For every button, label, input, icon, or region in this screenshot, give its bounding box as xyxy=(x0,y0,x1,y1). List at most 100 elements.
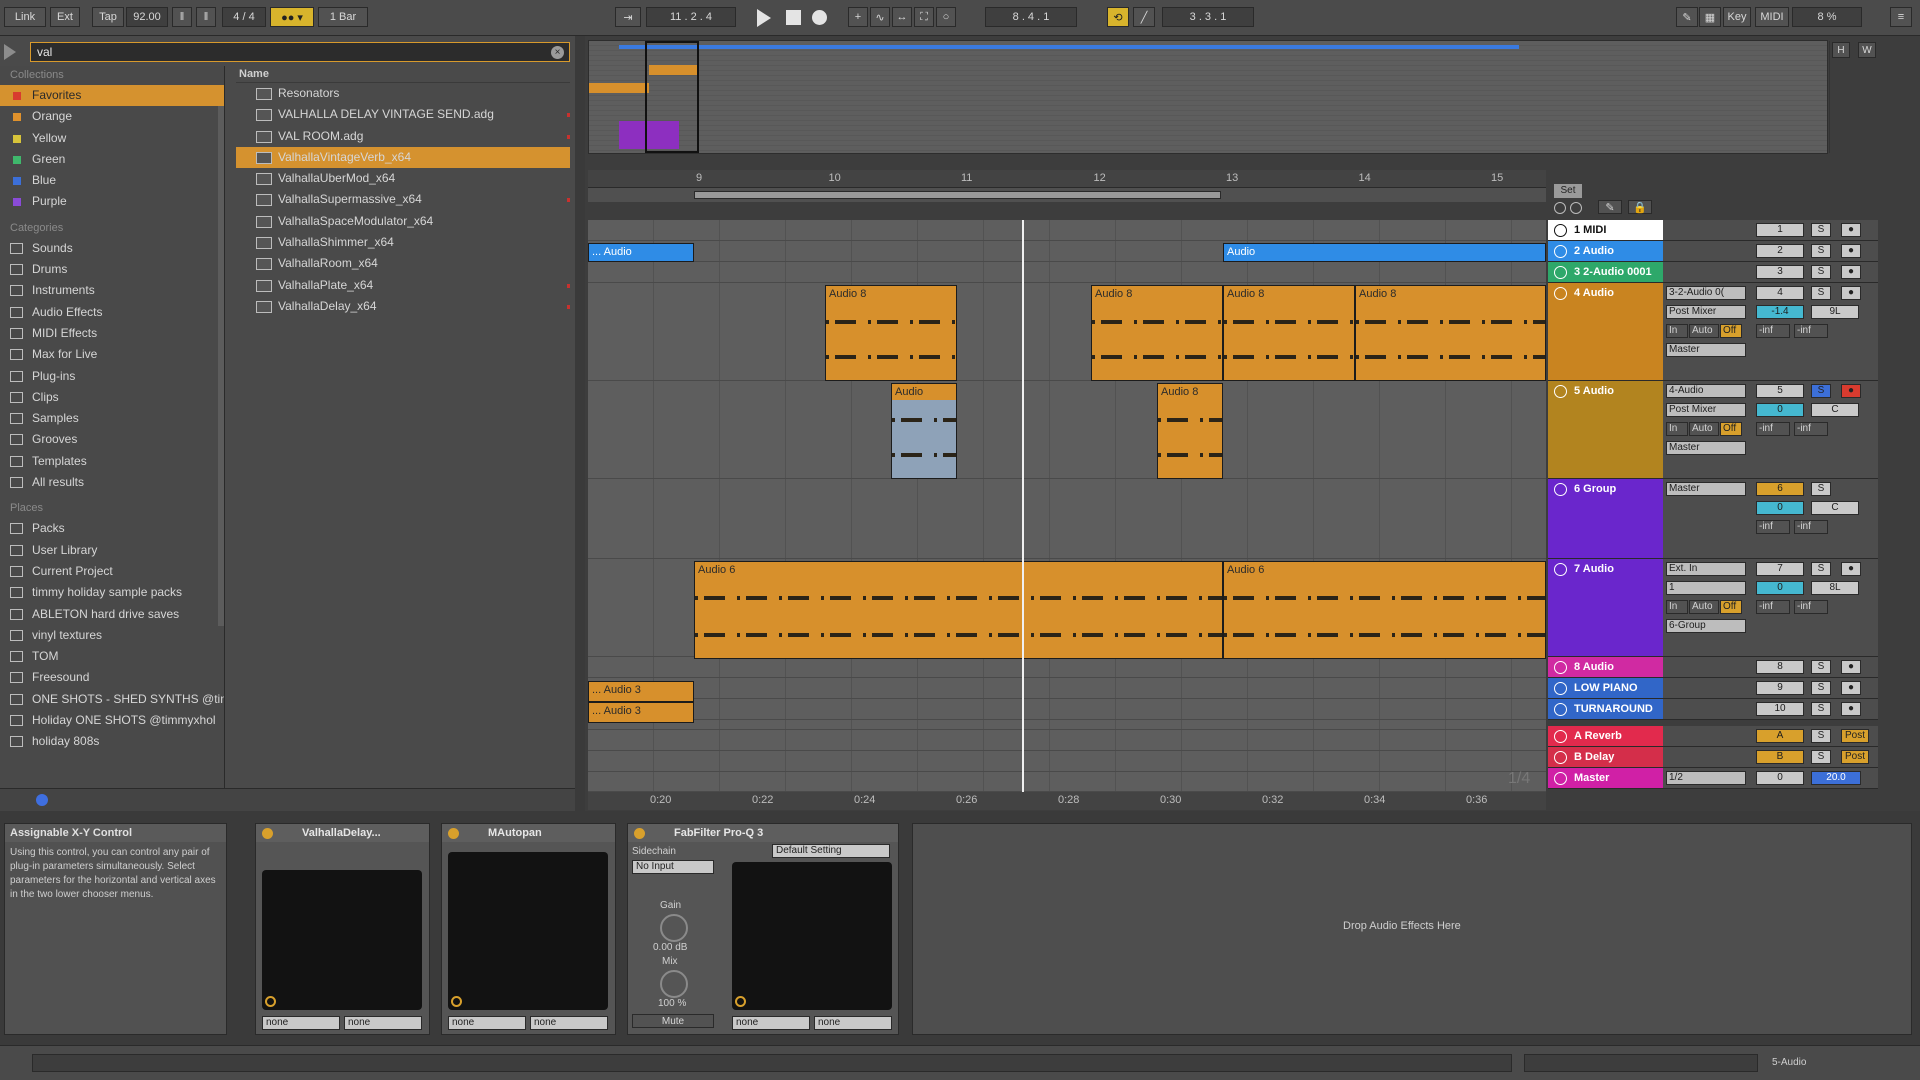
solo-button[interactable]: S xyxy=(1811,702,1831,716)
cue-out-select[interactable]: 1/2 xyxy=(1666,771,1746,785)
mix-knob[interactable] xyxy=(660,970,688,998)
post-button[interactable]: Post xyxy=(1841,729,1869,743)
collection-item[interactable]: Purple xyxy=(0,191,224,212)
device-on-icon[interactable] xyxy=(634,828,645,839)
track-activator[interactable]: 4 xyxy=(1756,286,1804,300)
gain-knob[interactable] xyxy=(660,914,688,942)
place-item[interactable]: Packs xyxy=(0,518,224,539)
device-title[interactable]: MAutopan xyxy=(442,824,615,842)
track-lane[interactable] xyxy=(588,381,1546,479)
track-activator[interactable]: 9 xyxy=(1756,681,1804,695)
clip[interactable]: ... Audio 3 xyxy=(588,702,694,723)
keyboard-icon[interactable]: ▦ xyxy=(1699,7,1721,27)
category-item[interactable]: Audio Effects xyxy=(0,302,224,323)
monitor-off-button[interactable]: Off xyxy=(1720,324,1742,338)
category-item[interactable]: Sounds xyxy=(0,238,224,259)
capture-icon[interactable]: ⛶ xyxy=(914,7,934,27)
send-b-value[interactable]: -inf xyxy=(1794,324,1828,338)
file-item[interactable]: ValhallaSpaceModulator_x64 xyxy=(236,211,570,232)
output-select[interactable]: Master xyxy=(1666,441,1746,455)
clip[interactable]: ... Audio xyxy=(588,243,694,262)
clip[interactable]: Audio 6 xyxy=(1223,561,1546,659)
xy-handle[interactable] xyxy=(265,996,276,1007)
track-lane[interactable] xyxy=(588,730,1546,751)
master-volume[interactable]: 20.0 xyxy=(1811,771,1861,785)
clip[interactable]: Audio xyxy=(891,383,957,479)
file-item[interactable]: ValhallaUberMod_x64 xyxy=(236,168,570,189)
track-lane[interactable] xyxy=(588,479,1546,559)
clip-launch-icon[interactable] xyxy=(1554,266,1567,279)
solo-button[interactable]: S xyxy=(1811,660,1831,674)
loop-length-field[interactable]: 3 . 3 . 1 xyxy=(1162,7,1254,27)
xy-handle[interactable] xyxy=(735,996,746,1007)
pan-field[interactable]: C xyxy=(1811,403,1859,417)
track-lane[interactable] xyxy=(588,220,1546,241)
x-axis-select[interactable]: none xyxy=(732,1016,810,1030)
overview-viewport[interactable] xyxy=(645,41,699,153)
arm-button[interactable]: ● xyxy=(1841,223,1861,237)
beat-ruler[interactable]: 9 10 11 12 13 14 15 xyxy=(588,170,1546,188)
file-item[interactable]: VALHALLA DELAY VINTAGE SEND.adg xyxy=(236,104,570,125)
key-map-button[interactable]: Key xyxy=(1723,7,1751,27)
category-item[interactable]: Max for Live xyxy=(0,344,224,365)
time-signature-field[interactable]: 4 / 4 xyxy=(222,7,266,27)
category-item[interactable]: Grooves xyxy=(0,429,224,450)
clip-launch-icon[interactable] xyxy=(1554,730,1567,743)
input-type-select[interactable]: 4-Audio xyxy=(1666,384,1746,398)
track-header[interactable]: B Delay xyxy=(1548,747,1663,768)
xy-pad[interactable] xyxy=(448,852,608,1010)
clip-launch-icon[interactable] xyxy=(1554,772,1567,785)
fold-icon[interactable] xyxy=(1554,385,1567,398)
output-select[interactable]: Master xyxy=(1666,482,1746,496)
next-locator-icon[interactable] xyxy=(1570,202,1582,214)
input-type-select[interactable]: 3-2-Audio 0( xyxy=(1666,286,1746,300)
monitor-auto-button[interactable]: Auto xyxy=(1689,600,1719,614)
file-item[interactable]: VAL ROOM.adg xyxy=(236,126,570,147)
volume-field[interactable]: 0 xyxy=(1756,501,1804,515)
scroll-bar[interactable] xyxy=(1524,1054,1758,1072)
file-item[interactable]: ValhallaShimmer_x64 xyxy=(236,232,570,253)
track-header[interactable]: A Reverb xyxy=(1548,726,1663,747)
place-item[interactable]: timmy holiday sample packs xyxy=(0,582,224,603)
automation-arm-icon[interactable]: ∿ xyxy=(870,7,890,27)
device-on-icon[interactable] xyxy=(448,828,459,839)
place-item[interactable]: ABLETON hard drive saves xyxy=(0,604,224,625)
file-item[interactable]: ValhallaDelay_x64 xyxy=(236,296,570,317)
track-lane[interactable] xyxy=(588,772,1546,792)
input-channel-select[interactable]: Post Mixer xyxy=(1666,403,1746,417)
send-b-value[interactable]: -inf xyxy=(1794,422,1828,436)
mute-button[interactable]: Mute xyxy=(632,1014,714,1028)
place-item[interactable]: ONE SHOTS - SHED SYNTHS @tim xyxy=(0,689,224,710)
monitor-off-button[interactable]: Off xyxy=(1720,600,1742,614)
track-activator[interactable]: 2 xyxy=(1756,244,1804,258)
track-lane[interactable] xyxy=(588,262,1546,283)
x-axis-select[interactable]: none xyxy=(448,1016,526,1030)
monitor-in-button[interactable]: In xyxy=(1666,422,1688,436)
clip[interactable]: Audio 8 xyxy=(1355,285,1546,381)
input-channel-select[interactable]: Post Mixer xyxy=(1666,305,1746,319)
preset-select[interactable]: Default Setting xyxy=(772,844,890,858)
output-select[interactable]: 6-Group xyxy=(1666,619,1746,633)
send-a-value[interactable]: -inf xyxy=(1756,600,1790,614)
arm-button[interactable]: ● xyxy=(1841,562,1861,576)
place-item[interactable]: Current Project xyxy=(0,561,224,582)
monitor-off-button[interactable]: Off xyxy=(1720,422,1742,436)
track-header[interactable]: 8 Audio xyxy=(1548,657,1663,678)
clear-search-icon[interactable]: × xyxy=(551,46,564,59)
file-item[interactable]: ValhallaVintageVerb_x64 xyxy=(236,146,570,169)
ext-sync-button[interactable]: Ext xyxy=(50,7,80,27)
track-activator[interactable]: 8 xyxy=(1756,660,1804,674)
search-input[interactable]: val xyxy=(30,42,570,62)
track-header[interactable]: 4 Audio xyxy=(1548,283,1663,381)
clip[interactable]: Audio 8 xyxy=(1157,383,1223,479)
category-item[interactable]: Templates xyxy=(0,451,224,472)
quantize-menu[interactable]: 1 Bar xyxy=(318,7,368,27)
solo-button[interactable]: S xyxy=(1811,244,1831,258)
solo-button[interactable]: S xyxy=(1811,681,1831,695)
track-header[interactable]: Master xyxy=(1548,768,1663,789)
solo-button[interactable]: S xyxy=(1811,384,1831,398)
volume-field[interactable]: -1.4 xyxy=(1756,305,1804,319)
tap-tempo-button[interactable]: Tap xyxy=(92,7,124,27)
solo-button[interactable]: S xyxy=(1811,482,1831,496)
midi-map-button[interactable]: MIDI xyxy=(1755,7,1789,27)
